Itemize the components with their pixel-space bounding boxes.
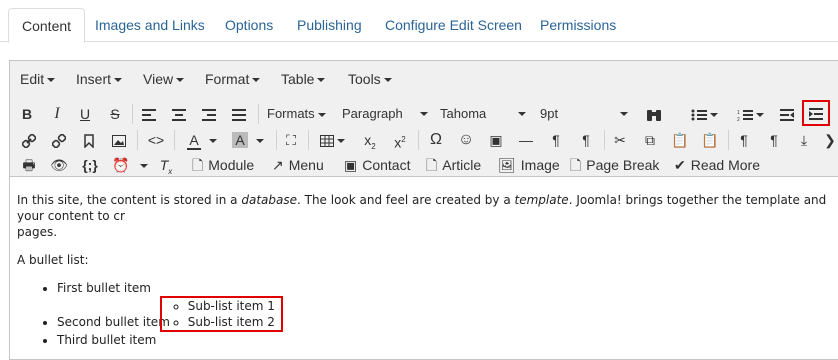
ltr-icon[interactable]: ¶ <box>546 129 566 151</box>
cut-icon[interactable]: ✂ <box>610 129 630 151</box>
menu-view[interactable]: View <box>143 71 185 87</box>
tab-permissions[interactable]: Permissions <box>527 8 629 42</box>
insert-template-icon[interactable]: ⤓ <box>794 129 814 151</box>
sub-list-item: Sub-list item 1 <box>188 298 275 314</box>
show-blocks-icon[interactable]: ¶ <box>734 129 754 151</box>
module-button[interactable]: 🗋 Module <box>192 154 254 176</box>
indent-icon[interactable] <box>802 100 830 126</box>
bullet-list-icon[interactable] <box>686 103 722 125</box>
tab-configure-edit-screen[interactable]: Configure Edit Screen <box>372 8 535 42</box>
image-icon[interactable] <box>110 129 128 151</box>
text-color-icon[interactable]: A <box>182 129 222 151</box>
editor-toolbar: B I U S Formats Paragraph Tahoma 9pt 12 … <box>10 97 838 177</box>
visual-chars-icon[interactable]: ¶ <box>764 129 784 151</box>
code-sample-icon[interactable]: {;} <box>78 154 102 176</box>
horizontal-rule-icon[interactable]: — <box>516 129 536 151</box>
tab-content[interactable]: Content <box>8 8 86 43</box>
tab-publishing[interactable]: Publishing <box>284 8 375 42</box>
rich-text-editor: Edit Insert View Format Table Tools B I … <box>9 60 838 360</box>
fullscreen-icon[interactable]: ⛶ <box>282 129 300 151</box>
contact-button[interactable]: ▣ Contact <box>344 154 410 176</box>
print-icon[interactable]: 🖶 <box>20 154 38 176</box>
align-right-icon[interactable] <box>200 103 218 125</box>
menu-table[interactable]: Table <box>281 71 326 87</box>
highlighted-sublist: Sub-list item 1 Sub-list item 2 <box>159 296 283 332</box>
media-icon[interactable]: ▣ <box>486 129 506 151</box>
image-button[interactable]: 🖼 Image <box>498 154 560 176</box>
find-replace-icon[interactable] <box>644 103 664 125</box>
svg-text:1: 1 <box>737 110 740 116</box>
editor-content-area[interactable]: In this site, the content is stored in a… <box>10 178 838 359</box>
strikethrough-icon[interactable]: S <box>106 103 124 125</box>
menu-button[interactable]: ↗ Menu <box>272 154 324 176</box>
italic-icon[interactable]: I <box>48 103 66 125</box>
superscript-icon[interactable]: x2 <box>390 129 410 151</box>
copy-icon[interactable]: ⧉ <box>640 129 660 151</box>
font-family-select[interactable]: Tahoma <box>440 103 528 125</box>
more-icon[interactable]: ❯ <box>822 129 838 151</box>
emoticon-icon[interactable]: ☺ <box>456 129 476 151</box>
outdent-icon[interactable] <box>778 103 796 125</box>
background-color-icon[interactable]: A <box>228 129 268 151</box>
align-center-icon[interactable] <box>170 103 188 125</box>
paragraph-select[interactable]: Paragraph <box>342 103 430 125</box>
clear-formatting-icon[interactable]: Tx <box>156 154 176 176</box>
page-break-button[interactable]: 🗋 Page Break <box>570 154 659 176</box>
bookmark-icon[interactable] <box>80 129 98 151</box>
list-item: First bullet item <box>57 280 838 296</box>
table-icon[interactable] <box>314 129 350 151</box>
tab-options[interactable]: Options <box>212 8 286 42</box>
font-size-select[interactable]: 9pt <box>540 103 630 125</box>
bullet-heading: A bullet list: <box>17 253 89 267</box>
paste-icon[interactable]: 📋 <box>670 129 690 151</box>
numbered-list-icon[interactable]: 12 <box>732 103 768 125</box>
link-icon[interactable] <box>20 129 38 151</box>
subscript-icon[interactable]: x2 <box>360 129 380 151</box>
list-item: Third bullet item <box>57 332 838 348</box>
rtl-icon[interactable]: ¶ <box>576 129 596 151</box>
underline-icon[interactable]: U <box>76 103 94 125</box>
list-item: Second bullet item Sub-list item 1 Sub-l… <box>57 296 838 332</box>
article-button[interactable]: 🗋 Article <box>426 154 481 176</box>
menu-format[interactable]: Format <box>205 71 261 87</box>
preview-icon[interactable]: 👁 <box>50 154 68 176</box>
unlink-icon[interactable] <box>50 129 68 151</box>
sub-list-item: Sub-list item 2 <box>188 314 275 330</box>
align-justify-icon[interactable] <box>230 103 248 125</box>
svg-text:2: 2 <box>737 117 740 121</box>
paste-text-icon[interactable]: 📋 <box>700 129 720 151</box>
align-left-icon[interactable] <box>140 103 158 125</box>
formats-dropdown[interactable]: Formats <box>267 103 326 125</box>
menu-tools[interactable]: Tools <box>348 71 392 87</box>
bullet-list: First bullet item Second bullet item Sub… <box>17 280 838 348</box>
insert-datetime-icon[interactable]: ⏰ <box>110 154 150 176</box>
menu-insert[interactable]: Insert <box>76 71 123 87</box>
menu-edit[interactable]: Edit <box>20 71 56 87</box>
tab-bar: Content Images and Links Options Publish… <box>0 0 838 43</box>
special-character-icon[interactable]: Ω <box>426 129 446 151</box>
intro-paragraph: In this site, the content is stored in a… <box>17 193 827 239</box>
bold-icon[interactable]: B <box>18 103 36 125</box>
editor-menubar: Edit Insert View Format Table Tools <box>10 61 838 97</box>
read-more-button[interactable]: ✔ Read More <box>674 154 760 176</box>
tab-images-and-links[interactable]: Images and Links <box>82 8 218 42</box>
code-icon[interactable]: <> <box>146 129 166 151</box>
